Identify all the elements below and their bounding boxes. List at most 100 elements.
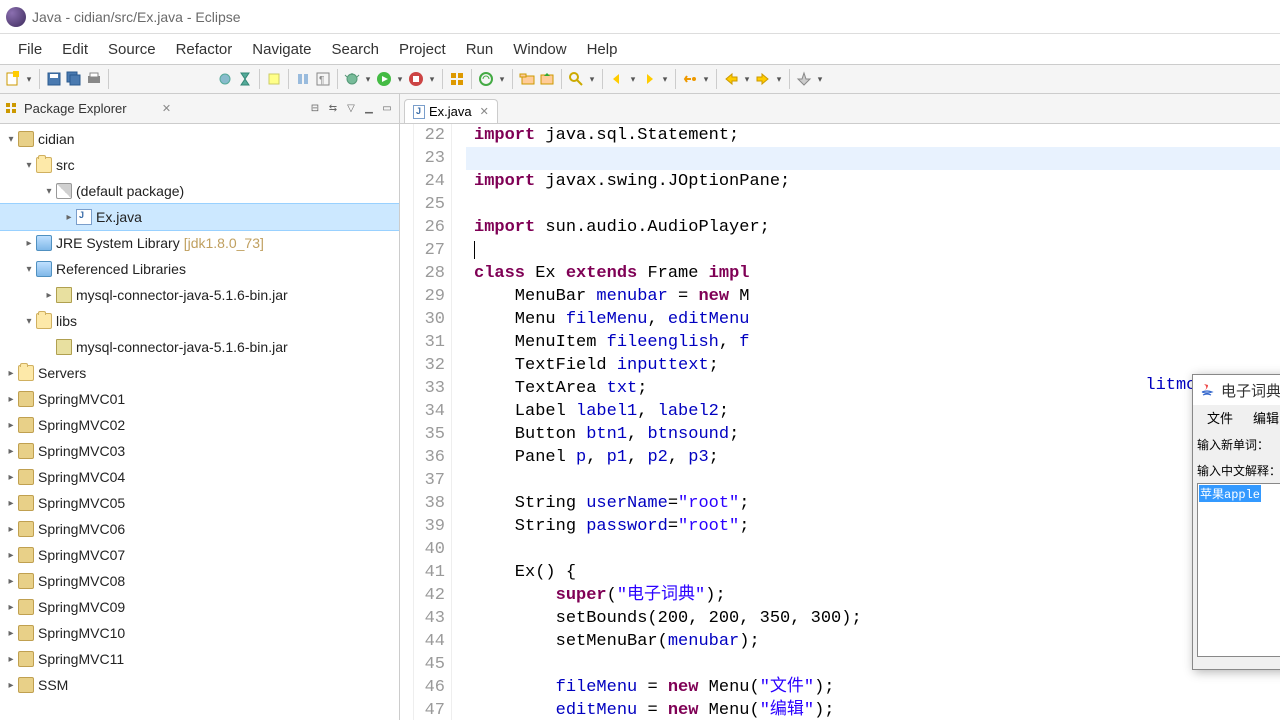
search-dropdown[interactable]: ▾	[587, 70, 597, 88]
tree-item[interactable]: ▾Referenced Libraries	[0, 256, 399, 282]
new-package-icon[interactable]	[448, 70, 466, 88]
tree-item[interactable]: ▸SpringMVC07	[0, 542, 399, 568]
tree-item[interactable]: ▸SpringMVC08	[0, 568, 399, 594]
expand-arrow-icon[interactable]: ▸	[4, 446, 18, 457]
new-dropdown[interactable]: ▾	[24, 70, 34, 88]
back-icon[interactable]	[722, 70, 740, 88]
back-dropdown[interactable]: ▾	[742, 70, 752, 88]
expand-arrow-icon[interactable]: ▾	[4, 134, 18, 145]
tree-item[interactable]: ▸SpringMVC09	[0, 594, 399, 620]
dialog-titlebar[interactable]: 电子词典 — ☐ ✕	[1193, 375, 1280, 405]
run-last-icon[interactable]	[407, 70, 425, 88]
menu-refactor[interactable]: Refactor	[166, 37, 243, 62]
debug-icon[interactable]	[343, 70, 361, 88]
tree-item[interactable]: ▸SpringMVC04	[0, 464, 399, 490]
annotation-prev-icon[interactable]	[608, 70, 626, 88]
tree-item[interactable]: ▾(default package)	[0, 178, 399, 204]
expand-arrow-icon[interactable]: ▸	[4, 680, 18, 691]
debug-last-icon[interactable]	[236, 70, 254, 88]
tree-item[interactable]: ▸SpringMVC03	[0, 438, 399, 464]
new-server-dropdown[interactable]: ▾	[497, 70, 507, 88]
forward-dropdown[interactable]: ▾	[774, 70, 784, 88]
new-class-icon[interactable]	[518, 70, 536, 88]
debug-dropdown[interactable]: ▾	[363, 70, 373, 88]
dialog-menu-item[interactable]: 编辑	[1243, 406, 1280, 429]
menu-window[interactable]: Window	[503, 37, 576, 62]
menu-navigate[interactable]: Navigate	[242, 37, 321, 62]
tree-item[interactable]: ▸SpringMVC01	[0, 386, 399, 412]
run-dropdown[interactable]: ▾	[395, 70, 405, 88]
menu-run[interactable]: Run	[456, 37, 504, 62]
tree-item[interactable]: ▸JRE System Library[jdk1.8.0_73]	[0, 230, 399, 256]
expand-arrow-icon[interactable]: ▸	[4, 524, 18, 535]
menu-help[interactable]: Help	[577, 37, 628, 62]
expand-arrow-icon[interactable]: ▸	[4, 602, 18, 613]
new-server-icon[interactable]	[477, 70, 495, 88]
expand-arrow-icon[interactable]: ▸	[42, 290, 56, 301]
tree-item[interactable]: ▸mysql-connector-java-5.1.6-bin.jar	[0, 282, 399, 308]
expand-arrow-icon[interactable]: ▾	[22, 316, 36, 327]
toggle-mark-icon[interactable]	[265, 70, 283, 88]
tree-item[interactable]: ▸Servers	[0, 360, 399, 386]
show-whitespace-icon[interactable]: ¶	[314, 70, 332, 88]
print-icon[interactable]	[85, 70, 103, 88]
tree-item[interactable]: ▸SpringMVC05	[0, 490, 399, 516]
dialog-menu-item[interactable]: 文件	[1197, 406, 1243, 429]
block-select-icon[interactable]	[294, 70, 312, 88]
expand-arrow-icon[interactable]: ▾	[42, 186, 56, 197]
pin-icon[interactable]	[795, 70, 813, 88]
collapse-all-icon[interactable]: ⊟	[307, 101, 323, 117]
link-editor-icon[interactable]: ⇆	[325, 101, 341, 117]
close-icon[interactable]: ✕	[480, 105, 489, 118]
close-icon[interactable]: ✕	[162, 102, 171, 115]
view-menu-icon[interactable]: ▽	[343, 101, 359, 117]
run-icon[interactable]	[375, 70, 393, 88]
pin-dropdown[interactable]: ▾	[815, 70, 825, 88]
tree-item[interactable]: ▾libs	[0, 308, 399, 334]
skip-breakpoints-icon[interactable]	[216, 70, 234, 88]
maximize-view-icon[interactable]: ▭	[379, 101, 395, 117]
package-tree[interactable]: ▾cidian▾src▾(default package)▸Ex.java▸JR…	[0, 124, 399, 720]
expand-arrow-icon[interactable]: ▸	[4, 654, 18, 665]
tree-item[interactable]: ▸Ex.java	[0, 204, 399, 230]
forward-icon[interactable]	[754, 70, 772, 88]
tree-item[interactable]: ▸SpringMVC10	[0, 620, 399, 646]
code-content[interactable]: import java.sql.Statement;import javax.s…	[466, 124, 1280, 720]
menu-search[interactable]: Search	[321, 37, 389, 62]
minimize-view-icon[interactable]: ▁	[361, 101, 377, 117]
meaning-textarea[interactable]: 苹果apple ▴ ▾	[1197, 483, 1280, 657]
new-icon[interactable]	[4, 70, 22, 88]
search-icon[interactable]	[567, 70, 585, 88]
tree-item[interactable]: ▸SpringMVC11	[0, 646, 399, 672]
menu-project[interactable]: Project	[389, 37, 456, 62]
tree-item[interactable]: ▸SpringMVC02	[0, 412, 399, 438]
menu-file[interactable]: File	[8, 37, 52, 62]
save-icon[interactable]	[45, 70, 63, 88]
last-edit-dropdown[interactable]: ▾	[701, 70, 711, 88]
expand-arrow-icon[interactable]: ▾	[22, 160, 36, 171]
menu-source[interactable]: Source	[98, 37, 166, 62]
tree-item[interactable]: ▾cidian	[0, 126, 399, 152]
tree-item[interactable]: ▸SSM	[0, 672, 399, 698]
expand-arrow-icon[interactable]: ▸	[4, 576, 18, 587]
save-all-icon[interactable]	[65, 70, 83, 88]
expand-arrow-icon[interactable]: ▸	[22, 238, 36, 249]
tree-item[interactable]: ▾src	[0, 152, 399, 178]
expand-arrow-icon[interactable]: ▾	[22, 264, 36, 275]
tree-item[interactable]: mysql-connector-java-5.1.6-bin.jar	[0, 334, 399, 360]
tab-ex-java[interactable]: Ex.java ✕	[404, 99, 498, 123]
expand-arrow-icon[interactable]: ▸	[4, 550, 18, 561]
expand-arrow-icon[interactable]: ▸	[4, 420, 18, 431]
open-type-icon[interactable]	[538, 70, 556, 88]
annotation-prev-dropdown[interactable]: ▾	[628, 70, 638, 88]
tree-item[interactable]: ▸SpringMVC06	[0, 516, 399, 542]
last-edit-icon[interactable]	[681, 70, 699, 88]
expand-arrow-icon[interactable]: ▸	[4, 394, 18, 405]
code-editor[interactable]: 2223242526272829303132333435363738394041…	[400, 124, 1280, 720]
expand-arrow-icon[interactable]: ▸	[4, 498, 18, 509]
expand-arrow-icon[interactable]: ▸	[4, 472, 18, 483]
annotation-next-dropdown[interactable]: ▾	[660, 70, 670, 88]
menu-edit[interactable]: Edit	[52, 37, 98, 62]
run-last-dropdown[interactable]: ▾	[427, 70, 437, 88]
expand-arrow-icon[interactable]: ▸	[4, 628, 18, 639]
